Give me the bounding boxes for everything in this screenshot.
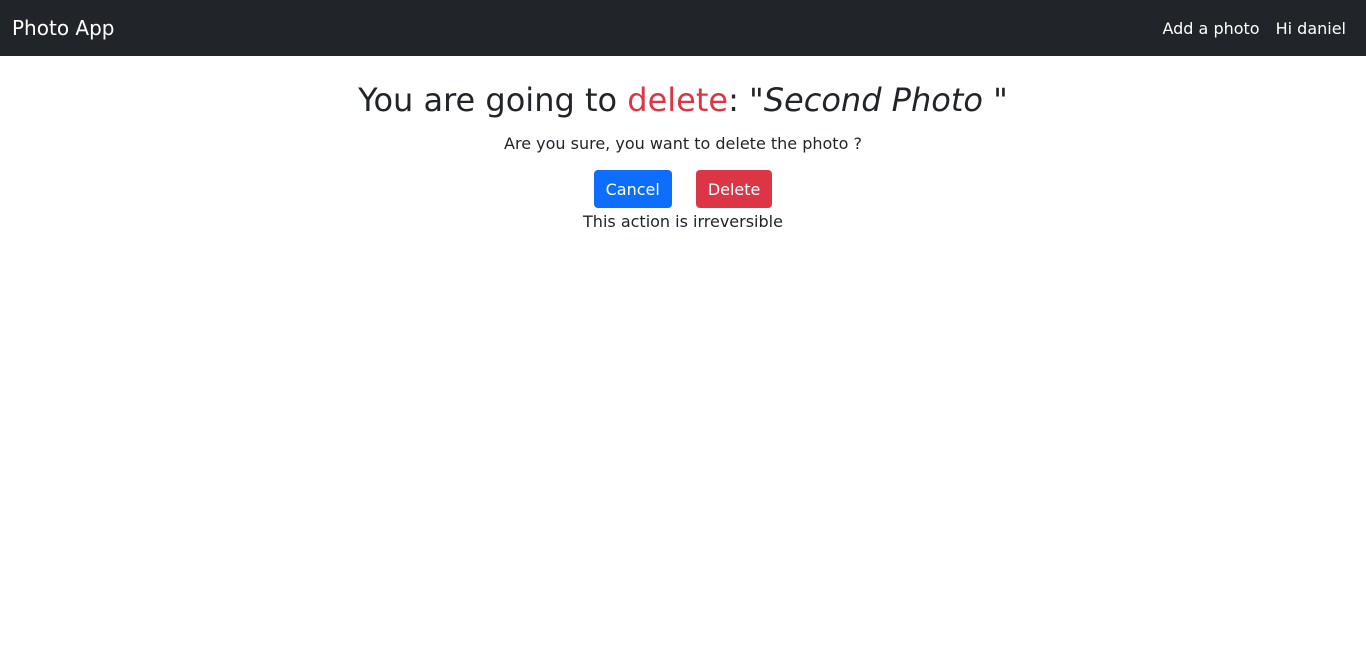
heading-colon: : " [728, 81, 764, 119]
heading-suffix: " [982, 81, 1008, 119]
delete-button[interactable]: Delete [695, 170, 773, 208]
confirm-question: Are you sure, you want to delete the pho… [504, 134, 862, 153]
add-photo-link[interactable]: Add a photo [1162, 19, 1259, 38]
nav-links: Add a photo Hi daniel [1162, 19, 1346, 38]
heading-action: delete [627, 81, 729, 119]
cancel-button[interactable]: Cancel [593, 170, 672, 208]
heading-prefix: You are going to [358, 81, 628, 119]
photo-title: Second Photo [763, 81, 983, 119]
action-buttons: Cancel Delete [593, 170, 773, 208]
user-greeting-link[interactable]: Hi daniel [1276, 19, 1346, 38]
brand-link[interactable]: Photo App [12, 16, 114, 40]
delete-confirmation: You are going to delete: "Second Photo "… [0, 56, 1366, 234]
top-navbar: Photo App Add a photo Hi daniel [0, 0, 1366, 56]
page-title: You are going to delete: "Second Photo " [358, 76, 1008, 124]
irreversible-note: This action is irreversible [583, 212, 783, 231]
